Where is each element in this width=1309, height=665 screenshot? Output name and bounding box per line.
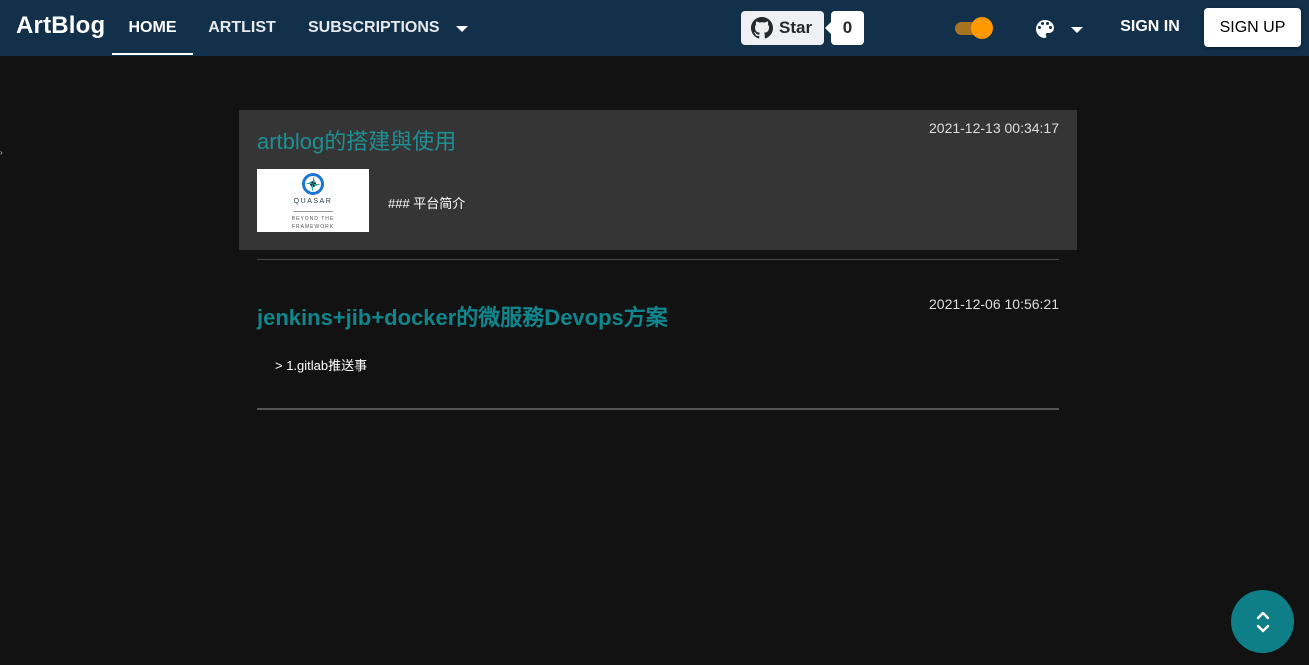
- scroll-toggle-button[interactable]: [1231, 590, 1294, 653]
- github-icon: [751, 17, 773, 39]
- dark-mode-toggle[interactable]: [955, 17, 995, 39]
- theme-palette-dropdown[interactable]: [1033, 16, 1093, 42]
- palette-icon: [1036, 20, 1054, 38]
- post-divider: [257, 408, 1059, 410]
- post-thumbnail[interactable]: QUASAR BEYOND THE FRAMEWORK: [257, 169, 369, 232]
- post-excerpt: ### 平台简介: [388, 196, 466, 211]
- tab-subscriptions[interactable]: SUBSCRIPTIONS: [300, 0, 468, 56]
- top-navbar: ArtBlog HOME ARTLIST SUBSCRIPTIONS Star …: [0, 0, 1309, 56]
- chevron-down-icon: [455, 26, 468, 32]
- tab-artlist[interactable]: ARTLIST: [197, 0, 287, 56]
- brand-logo[interactable]: ArtBlog: [16, 12, 105, 40]
- unfold-icon: [1256, 611, 1269, 632]
- chevron-down-icon: [1071, 27, 1083, 33]
- quasar-logo-icon: [302, 173, 324, 195]
- post-card[interactable]: jenkins+jib+docker的微服務Devops方案 2021-12-0…: [239, 280, 1077, 390]
- post-date: 2021-12-06 10:56:21: [929, 296, 1059, 312]
- post-title-link[interactable]: jenkins+jib+docker的微服務Devops方案: [257, 300, 668, 332]
- post-card[interactable]: artblog的搭建與使用 2021-12-13 00:34:17 QUASAR…: [239, 110, 1077, 250]
- github-star-count[interactable]: 0: [825, 11, 864, 45]
- tab-artlist-label: ARTLIST: [208, 19, 276, 36]
- post-title-link[interactable]: artblog的搭建與使用: [257, 124, 456, 156]
- active-tab-indicator: [112, 53, 193, 55]
- sign-up-button[interactable]: SIGN UP: [1204, 8, 1301, 47]
- thumbnail-tagline: BEYOND THE FRAMEWORK: [283, 211, 343, 231]
- tab-home[interactable]: HOME: [112, 0, 193, 56]
- edge-mark: ›: [0, 148, 3, 157]
- github-star-button[interactable]: Star: [741, 11, 824, 45]
- toggle-thumb: [971, 17, 993, 39]
- post-excerpt: > 1.gitlab推送事: [275, 358, 368, 373]
- thumbnail-brand: QUASAR: [293, 198, 333, 205]
- github-star-label: Star: [779, 18, 813, 37]
- post-divider: [257, 259, 1059, 260]
- sign-in-button[interactable]: SIGN IN: [1110, 10, 1190, 44]
- tab-subscriptions-label: SUBSCRIPTIONS: [308, 19, 440, 36]
- post-date: 2021-12-13 00:34:17: [929, 120, 1059, 136]
- tab-home-label: HOME: [128, 19, 177, 36]
